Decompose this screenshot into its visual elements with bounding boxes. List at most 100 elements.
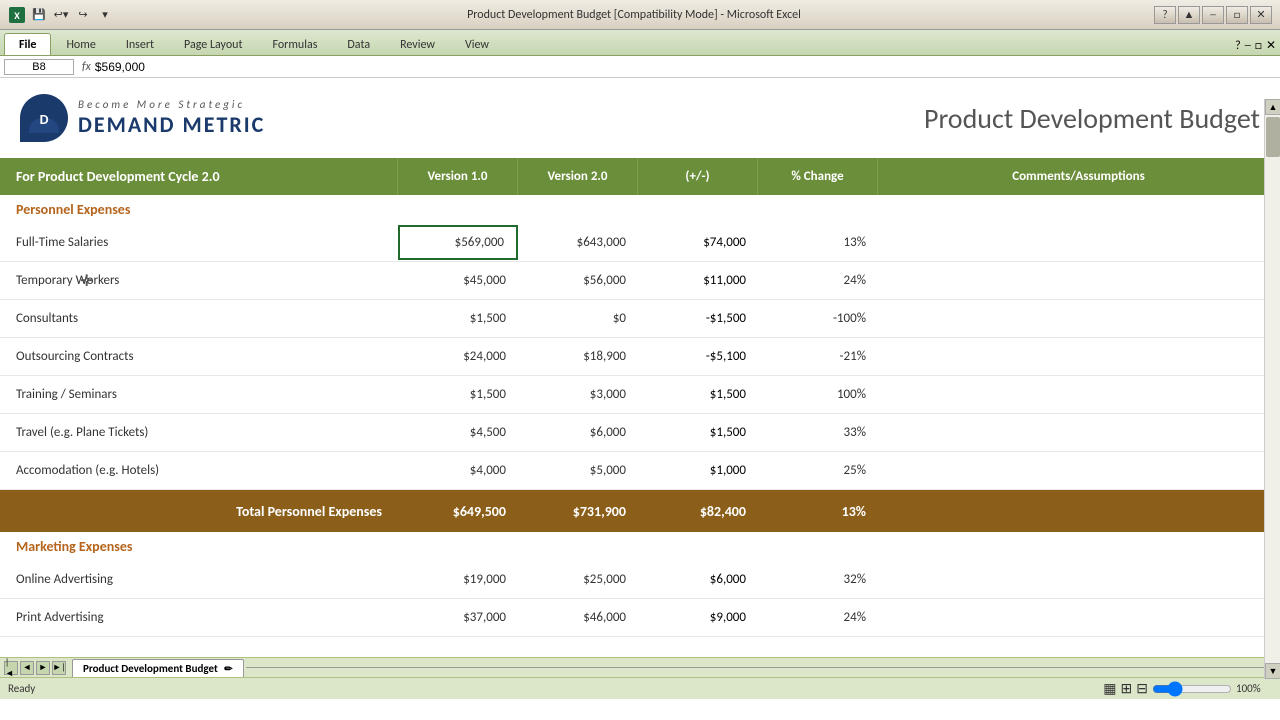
tab-home[interactable]: Home — [51, 33, 110, 55]
cell-v2[interactable]: $5,000 — [518, 455, 638, 486]
tab-navigation[interactable]: |◄ ◄ ► ►| — [4, 661, 66, 675]
save-icon[interactable]: 💾 — [30, 6, 48, 24]
formula-input[interactable] — [95, 60, 1276, 74]
page-break-icon[interactable]: ⊟ — [1136, 680, 1148, 697]
help-icon[interactable]: ? — [1154, 6, 1176, 24]
cell-comments[interactable] — [878, 610, 1280, 626]
cell-diff[interactable]: $1,000 — [638, 455, 758, 486]
cell-comments[interactable] — [878, 387, 1280, 403]
cell-diff[interactable]: $9,000 — [638, 602, 758, 633]
minimize-button[interactable]: ─ — [1202, 6, 1224, 24]
tab-view[interactable]: View — [450, 33, 504, 55]
cell-diff[interactable]: $11,000 — [638, 265, 758, 296]
tab-insert[interactable]: Insert — [111, 33, 169, 55]
cell-comments[interactable] — [878, 349, 1280, 365]
row-label[interactable]: Temporary Workers — [0, 265, 398, 296]
cell-pct[interactable]: 13% — [758, 227, 878, 258]
table-row[interactable]: Accomodation (e.g. Hotels) $4,000 $5,000… — [0, 452, 1280, 490]
tab-next-icon[interactable]: ► — [36, 661, 50, 675]
row-label[interactable]: Training / Seminars — [0, 379, 398, 410]
row-label[interactable]: Accomodation (e.g. Hotels) — [0, 455, 398, 486]
redo-icon[interactable]: ↪ — [74, 6, 92, 24]
cell-v2[interactable]: $6,000 — [518, 417, 638, 448]
cell-diff[interactable]: -$5,100 — [638, 341, 758, 372]
tab-formulas[interactable]: Formulas — [257, 33, 332, 55]
tab-data[interactable]: Data — [332, 33, 385, 55]
undo-dropdown[interactable]: ↩▾ — [52, 6, 70, 24]
cell-v2[interactable]: $56,000 — [518, 265, 638, 296]
cell-diff[interactable]: $6,000 — [638, 564, 758, 595]
scroll-up-icon[interactable]: ▲ — [1265, 99, 1280, 115]
cell-v1[interactable]: $569,000 — [398, 225, 518, 260]
table-row[interactable]: Outsourcing Contracts $24,000 $18,900 -$… — [0, 338, 1280, 376]
cell-pct[interactable]: -100% — [758, 303, 878, 334]
cell-diff[interactable]: $1,500 — [638, 417, 758, 448]
cell-comments[interactable] — [878, 425, 1280, 441]
row-label[interactable]: Full-Time Salaries — [0, 227, 398, 258]
row-label[interactable]: Travel (e.g. Plane Tickets) — [0, 417, 398, 448]
col-header-comments[interactable]: Comments/Assumptions — [878, 158, 1280, 195]
cell-v2[interactable]: $0 — [518, 303, 638, 334]
tab-file[interactable]: File — [4, 33, 51, 55]
ribbon-collapse[interactable]: ▲ — [1178, 6, 1200, 24]
row-label[interactable]: Print Advertising — [0, 602, 398, 633]
cell-pct[interactable]: 25% — [758, 455, 878, 486]
cell-comments[interactable] — [878, 235, 1280, 251]
cell-pct[interactable]: 100% — [758, 379, 878, 410]
tab-review[interactable]: Review — [385, 33, 450, 55]
quick-access-toolbar[interactable]: X 💾 ↩▾ ↪ ▾ — [8, 6, 114, 24]
normal-view-icon[interactable]: ▦ — [1103, 680, 1116, 697]
zoom-level[interactable]: 100% — [1236, 682, 1272, 695]
tab-last-icon[interactable]: ►| — [52, 661, 66, 675]
vertical-scrollbar[interactable]: ▲ ▼ — [1264, 99, 1280, 679]
tab-first-icon[interactable]: |◄ — [4, 661, 18, 675]
close-button[interactable]: ✕ — [1250, 6, 1272, 24]
window-controls[interactable]: ? ▲ ─ □ ✕ — [1154, 6, 1272, 24]
row-label[interactable]: Consultants — [0, 303, 398, 334]
cell-diff[interactable]: -$1,500 — [638, 303, 758, 334]
cell-comments[interactable] — [878, 311, 1280, 327]
cell-v1[interactable]: $4,500 — [398, 417, 518, 448]
tab-prev-icon[interactable]: ◄ — [20, 661, 34, 675]
cell-v2[interactable]: $25,000 — [518, 564, 638, 595]
cell-v1[interactable]: $24,000 — [398, 341, 518, 372]
table-row[interactable]: Travel (e.g. Plane Tickets) $4,500 $6,00… — [0, 414, 1280, 452]
customize-icon[interactable]: ▾ — [96, 6, 114, 24]
row-label[interactable]: Online Advertising — [0, 564, 398, 595]
cell-diff[interactable]: $74,000 — [638, 227, 758, 258]
sheet-tab-active[interactable]: Product Development Budget ✏ — [72, 659, 244, 677]
table-row[interactable]: Online Advertising $19,000 $25,000 $6,00… — [0, 561, 1280, 599]
scroll-down-icon[interactable]: ▼ — [1265, 663, 1280, 679]
table-row[interactable]: Full-Time Salaries $569,000 $643,000 $74… — [0, 224, 1280, 262]
cell-v2[interactable]: $18,900 — [518, 341, 638, 372]
cell-diff[interactable]: $1,500 — [638, 379, 758, 410]
table-row[interactable]: Print Advertising $37,000 $46,000 $9,000… — [0, 599, 1280, 637]
cell-pct[interactable]: 24% — [758, 602, 878, 633]
scroll-thumb[interactable] — [1266, 117, 1280, 157]
zoom-slider[interactable] — [1152, 683, 1232, 695]
restore-button[interactable]: □ — [1226, 6, 1248, 24]
table-row[interactable]: Training / Seminars $1,500 $3,000 $1,500… — [0, 376, 1280, 414]
ribbon-min-icon[interactable]: ─ — [1245, 39, 1251, 53]
table-row[interactable]: Temporary Workers $45,000 $56,000 $11,00… — [0, 262, 1280, 300]
cell-v1[interactable]: $4,000 — [398, 455, 518, 486]
cell-v1[interactable]: $1,500 — [398, 379, 518, 410]
cell-v1[interactable]: $45,000 — [398, 265, 518, 296]
cell-v1[interactable]: $19,000 — [398, 564, 518, 595]
cell-v2[interactable]: $3,000 — [518, 379, 638, 410]
cell-v1[interactable]: $1,500 — [398, 303, 518, 334]
table-row[interactable]: Consultants $1,500 $0 -$1,500 -100% — [0, 300, 1280, 338]
cell-pct[interactable]: 32% — [758, 564, 878, 595]
cell-pct[interactable]: 24% — [758, 265, 878, 296]
ribbon-help-icon[interactable]: ? — [1235, 39, 1241, 53]
col-header-pct[interactable]: % Change — [758, 158, 878, 195]
cell-pct[interactable]: -21% — [758, 341, 878, 372]
cell-comments[interactable] — [878, 463, 1280, 479]
cell-v1[interactable]: $37,000 — [398, 602, 518, 633]
row-label[interactable]: Outsourcing Contracts — [0, 341, 398, 372]
cell-v2[interactable]: $643,000 — [518, 227, 638, 258]
cell-comments[interactable] — [878, 572, 1280, 588]
col-header-v1[interactable]: Version 1.0 — [398, 158, 518, 195]
tab-page-layout[interactable]: Page Layout — [169, 33, 257, 55]
page-layout-icon[interactable]: ⊞ — [1121, 680, 1133, 697]
